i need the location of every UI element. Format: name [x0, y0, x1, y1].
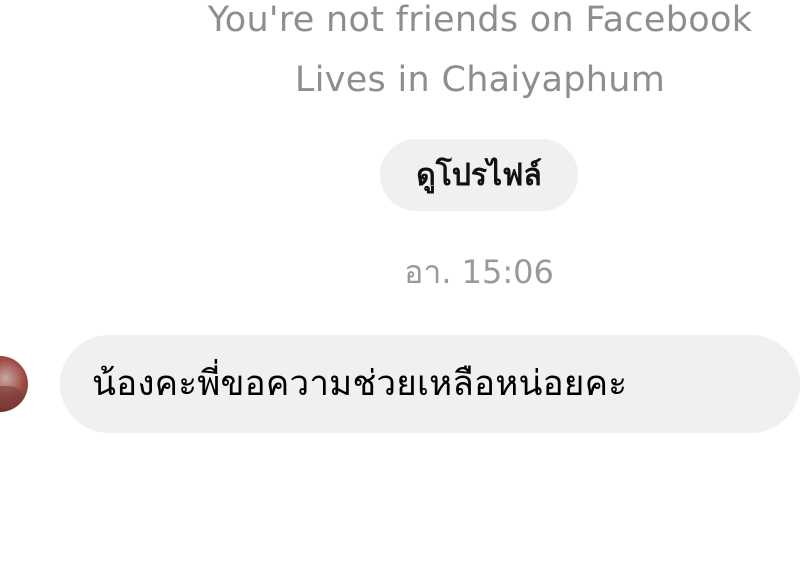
message-timestamp: อา. 15:06 [404, 253, 554, 291]
view-profile-button[interactable]: ดูโปรไฟล์ [380, 139, 578, 211]
message-text: น้องคะพี่ขอความช่วยเหลือหน่อยคะ [92, 364, 628, 404]
message-bubble[interactable]: น้องคะพี่ขอความช่วยเหลือหน่อยคะ [60, 335, 800, 433]
sender-avatar[interactable] [0, 356, 28, 412]
friend-status-text: You're not friends on Facebook [207, 0, 753, 40]
location-text: Lives in Chaiyaphum [294, 60, 666, 100]
message-row: น้องคะพี่ขอความช่วยเหลือหน่อยคะ [0, 330, 800, 440]
